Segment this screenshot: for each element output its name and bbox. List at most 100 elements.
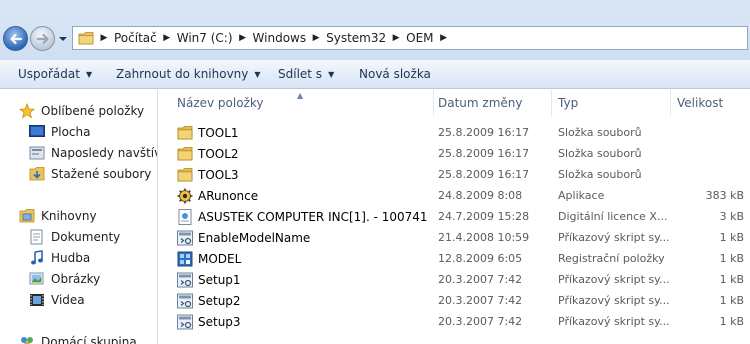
file-row[interactable]: Setup2 20.3.2007 7:42 Příkazový skript sy.…: [159, 290, 750, 311]
file-size: [672, 164, 744, 185]
file-name-cell[interactable]: TOOL2: [177, 143, 432, 164]
license-icon: [177, 208, 193, 225]
column-header-type[interactable]: Typ: [552, 90, 670, 116]
breadcrumb-item-drive[interactable]: Win7 (C:): [174, 31, 236, 45]
file-name-cell[interactable]: ARunonce: [177, 185, 432, 206]
chevron-right-icon[interactable]: ▶: [160, 33, 174, 43]
file-name-cell[interactable]: TOOL3: [177, 164, 432, 185]
file-row[interactable]: ARunonce 24.8.2009 8:08 Aplikace 383 kB: [159, 185, 750, 206]
file-date: 21.4.2008 10:59: [438, 231, 530, 244]
file-row[interactable]: MODEL 12.8.2009 6:05 Registrační položky 1 …: [159, 248, 750, 269]
column-header-name-label: Název položky: [177, 96, 264, 110]
file-type: Digitální licence X...: [558, 210, 668, 223]
file-size: 1 kB: [719, 273, 744, 286]
chevron-right-icon[interactable]: ▶: [437, 33, 451, 43]
breadcrumb-item-system32[interactable]: System32: [323, 31, 389, 45]
file-name: EnableModelName: [198, 230, 311, 245]
nav-item-videos[interactable]: Videa: [28, 290, 85, 310]
nav-item-downloads[interactable]: Stažené soubory: [28, 164, 151, 184]
file-name-cell[interactable]: Setup2: [177, 290, 432, 311]
file-row[interactable]: EnableModelName 21.4.2008 10:59 Příkazový …: [159, 227, 750, 248]
file-name: ARunonce: [198, 188, 259, 203]
script-icon: [177, 272, 193, 288]
file-row[interactable]: Setup3 20.3.2007 7:42 Příkazový skript sy.…: [159, 311, 750, 332]
nav-item-favorites[interactable]: Oblíbené položky: [18, 101, 144, 121]
file-name: TOOL2: [198, 146, 239, 161]
command-bar: Uspořádat ▼ Zahrnout do knihovny ▼ Sdíle…: [0, 60, 750, 89]
column-header-size[interactable]: Velikost: [671, 90, 750, 116]
share-with-label: Sdílet s: [278, 67, 323, 81]
film-icon: [28, 292, 46, 308]
file-row[interactable]: Setup1 20.3.2007 7:42 Příkazový skript sy.…: [159, 269, 750, 290]
address-bar[interactable]: ▶ Počítač ▶ Win7 (C:) ▶ Windows ▶ System…: [72, 26, 748, 50]
file-name-cell[interactable]: TOOL1: [177, 122, 432, 143]
breadcrumb-item-windows[interactable]: Windows: [250, 31, 310, 45]
file-date: 25.8.2009 16:17: [438, 168, 530, 181]
nav-item-homegroup[interactable]: Domácí skupina: [18, 332, 137, 344]
include-in-library-label: Zahrnout do knihovny: [116, 67, 249, 81]
file-row[interactable]: TOOL3 25.8.2009 16:17 Složka souborů: [159, 164, 750, 185]
file-row[interactable]: TOOL2 25.8.2009 16:17 Složka souborů: [159, 143, 750, 164]
nav-label-videos: Videa: [51, 293, 85, 307]
file-date: 25.8.2009 16:17: [438, 126, 530, 139]
chevron-right-icon[interactable]: ▶: [97, 33, 111, 43]
recent-pages-dropdown-icon[interactable]: [58, 34, 68, 44]
chevron-right-icon[interactable]: ▶: [389, 33, 403, 43]
file-row[interactable]: ASUSTEK COMPUTER INC[1]. - 100741 24.7.20…: [159, 206, 750, 227]
breadcrumb-item-oem[interactable]: OEM: [403, 31, 436, 45]
share-with-button[interactable]: Sdílet s ▼: [278, 67, 334, 81]
organize-label: Uspořádat: [18, 67, 80, 81]
file-date: 12.8.2009 6:05: [438, 252, 523, 265]
navigation-pane: Oblíbené položky Plocha Naposledy navští…: [0, 90, 158, 344]
file-size: [672, 122, 744, 143]
application-icon: [177, 188, 193, 204]
file-name: Setup2: [198, 293, 241, 308]
column-header-date[interactable]: Datum změny: [432, 90, 552, 116]
nav-label-downloads: Stažené soubory: [51, 167, 152, 181]
file-name-cell[interactable]: Setup1: [177, 269, 432, 290]
arrow-left-icon: [10, 33, 23, 45]
column-header-name[interactable]: Název položky: [171, 90, 433, 116]
file-name-cell[interactable]: EnableModelName: [177, 227, 432, 248]
nav-label-favorites: Oblíbené položky: [41, 104, 145, 118]
recent-places-icon: [28, 145, 46, 161]
nav-item-recent[interactable]: Naposledy navštíver: [28, 143, 157, 163]
back-button[interactable]: [3, 26, 28, 51]
column-header-size-label: Velikost: [677, 96, 724, 110]
file-name-cell[interactable]: MODEL: [177, 248, 432, 269]
folder-icon: [177, 167, 193, 183]
file-type: Příkazový skript sy...: [558, 315, 670, 328]
file-name-cell[interactable]: Setup3: [177, 311, 432, 332]
organize-button[interactable]: Uspořádat ▼: [18, 67, 92, 81]
breadcrumb-item-computer[interactable]: Počítač: [111, 31, 160, 45]
nav-label-homegroup: Domácí skupina: [41, 335, 137, 344]
chevron-right-icon[interactable]: ▶: [236, 33, 250, 43]
desktop-icon: [28, 124, 46, 140]
nav-item-pictures[interactable]: Obrázky: [28, 269, 100, 289]
new-folder-button[interactable]: Nová složka: [359, 67, 431, 81]
file-row[interactable]: TOOL1 25.8.2009 16:17 Složka souborů: [159, 122, 750, 143]
nav-label-recent: Naposledy navštíver: [51, 146, 157, 160]
arrow-right-icon: [36, 33, 49, 45]
folder-icon: [75, 28, 97, 48]
chevron-down-icon: ▼: [85, 69, 93, 79]
nav-item-music[interactable]: Hudba: [28, 248, 90, 268]
file-size: 3 kB: [719, 210, 744, 223]
file-size: 383 kB: [705, 189, 744, 202]
nav-item-documents[interactable]: Dokumenty: [28, 227, 120, 247]
column-header-type-label: Typ: [558, 96, 579, 110]
column-header-date-label: Datum změny: [438, 96, 523, 110]
nav-item-libraries[interactable]: Knihovny: [18, 206, 97, 226]
script-icon: [177, 230, 193, 246]
chevron-right-icon[interactable]: ▶: [309, 33, 323, 43]
address-toolbar: ▶ Počítač ▶ Win7 (C:) ▶ Windows ▶ System…: [0, 0, 750, 60]
file-name-cell[interactable]: ASUSTEK COMPUTER INC[1]. - 100741: [177, 206, 432, 227]
file-type: Příkazový skript sy...: [558, 273, 670, 286]
include-in-library-button[interactable]: Zahrnout do knihovny ▼: [116, 67, 261, 81]
file-date: 24.8.2009 8:08: [438, 189, 523, 202]
file-name: Setup1: [198, 272, 241, 287]
file-size: 1 kB: [719, 231, 744, 244]
documents-icon: [28, 229, 46, 245]
nav-item-desktop[interactable]: Plocha: [28, 122, 90, 142]
forward-button[interactable]: [30, 26, 55, 51]
